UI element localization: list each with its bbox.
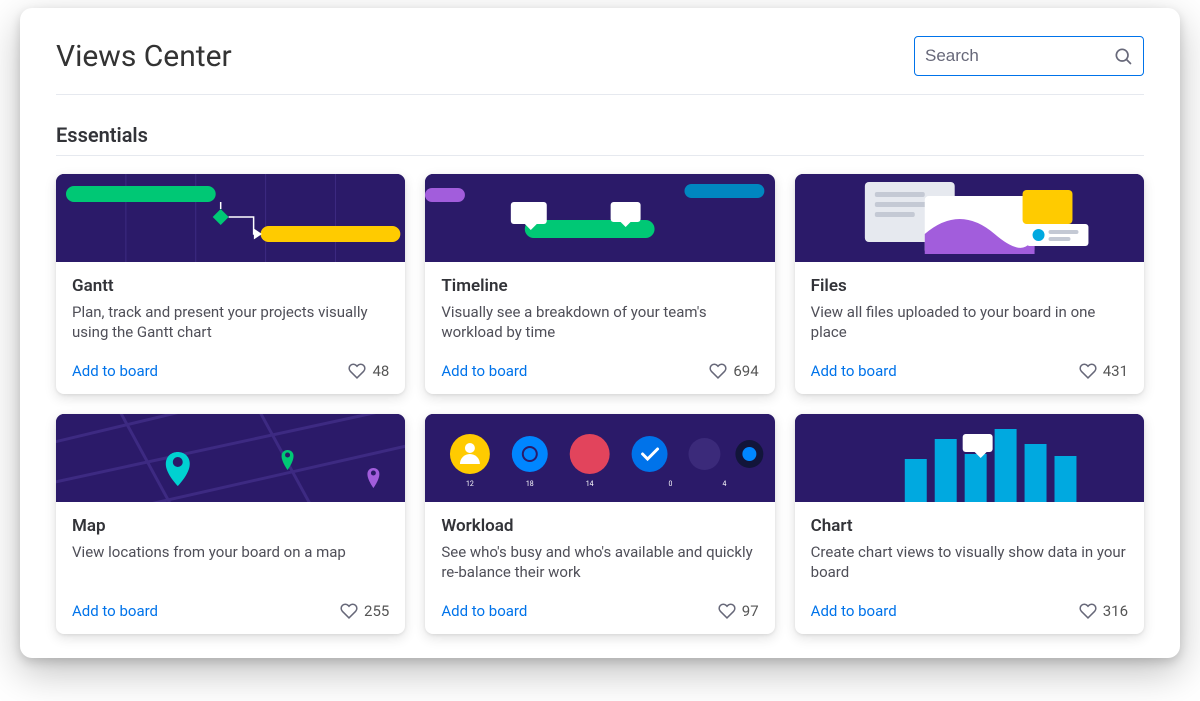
add-to-board-link[interactable]: Add to board <box>72 602 158 620</box>
search-icon <box>1113 46 1133 66</box>
like-count: 431 <box>1103 362 1128 380</box>
heart-icon <box>348 362 366 380</box>
card-gantt[interactable]: Gantt Plan, track and present your proje… <box>56 174 405 394</box>
search-input[interactable] <box>925 46 1095 66</box>
card-desc: Plan, track and present your projects vi… <box>72 302 389 344</box>
card-title: Map <box>72 516 389 536</box>
like-count: 255 <box>364 602 389 620</box>
add-to-board-link[interactable]: Add to board <box>72 362 158 380</box>
card-desc: Visually see a breakdown of your team's … <box>441 302 758 344</box>
card-thumb-workload: 12 18 14 0 4 <box>425 414 774 502</box>
card-map[interactable]: Map View locations from your board on a … <box>56 414 405 634</box>
card-title: Workload <box>441 516 758 536</box>
like-count: 694 <box>733 362 758 380</box>
likes[interactable]: 431 <box>1079 362 1128 380</box>
likes[interactable]: 694 <box>709 362 758 380</box>
heart-icon <box>709 362 727 380</box>
card-thumb-map <box>56 414 405 502</box>
card-desc: View locations from your board on a map <box>72 542 389 584</box>
svg-text:4: 4 <box>723 480 727 488</box>
card-title: Timeline <box>441 276 758 296</box>
heart-icon <box>1079 362 1097 380</box>
add-to-board-link[interactable]: Add to board <box>441 362 527 380</box>
section-title: Essentials <box>56 123 1144 156</box>
like-count: 316 <box>1103 602 1128 620</box>
header-row: Views Center <box>56 36 1144 94</box>
card-desc: See who's busy and who's available and q… <box>441 542 758 584</box>
page-title: Views Center <box>56 39 232 74</box>
header-divider <box>56 94 1144 95</box>
add-to-board-link[interactable]: Add to board <box>811 602 897 620</box>
card-thumb-files <box>795 174 1144 262</box>
card-desc: View all files uploaded to your board in… <box>811 302 1128 344</box>
views-center-panel: Views Center Essentials <box>20 8 1180 658</box>
heart-icon <box>1079 602 1097 620</box>
svg-text:18: 18 <box>526 480 534 488</box>
add-to-board-link[interactable]: Add to board <box>811 362 897 380</box>
card-title: Chart <box>811 516 1128 536</box>
card-title: Files <box>811 276 1128 296</box>
card-thumb-chart <box>795 414 1144 502</box>
heart-icon <box>718 602 736 620</box>
like-count: 48 <box>372 362 389 380</box>
card-title: Gantt <box>72 276 389 296</box>
card-timeline[interactable]: Timeline Visually see a breakdown of you… <box>425 174 774 394</box>
likes[interactable]: 316 <box>1079 602 1128 620</box>
heart-icon <box>340 602 358 620</box>
svg-text:0: 0 <box>669 480 673 488</box>
card-files[interactable]: Files View all files uploaded to your bo… <box>795 174 1144 394</box>
card-workload[interactable]: 12 18 14 0 4 Workload See who's busy and… <box>425 414 774 634</box>
cards-grid: Gantt Plan, track and present your proje… <box>56 174 1144 634</box>
add-to-board-link[interactable]: Add to board <box>441 602 527 620</box>
card-desc: Create chart views to visually show data… <box>811 542 1128 584</box>
likes[interactable]: 97 <box>718 602 759 620</box>
likes[interactable]: 255 <box>340 602 389 620</box>
like-count: 97 <box>742 602 759 620</box>
search-field[interactable] <box>914 36 1144 76</box>
svg-text:12: 12 <box>466 480 474 488</box>
card-thumb-timeline <box>425 174 774 262</box>
card-thumb-gantt <box>56 174 405 262</box>
likes[interactable]: 48 <box>348 362 389 380</box>
card-chart[interactable]: Chart Create chart views to visually sho… <box>795 414 1144 634</box>
svg-text:14: 14 <box>586 480 594 488</box>
